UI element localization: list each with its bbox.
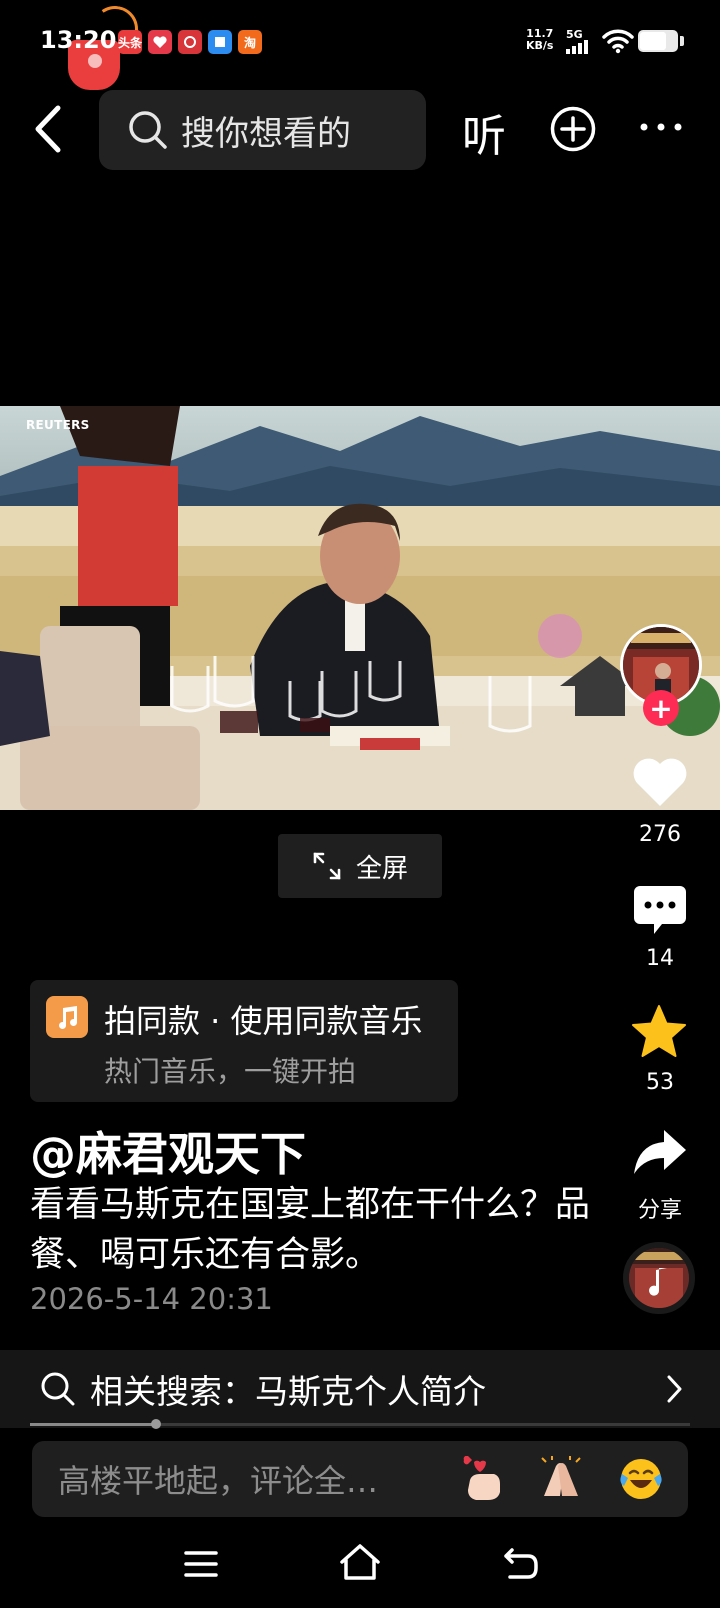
music-card-title: 拍同款 · 使用同款音乐 — [104, 1002, 423, 1040]
post-date: 2026-5-14 20:31 — [30, 1282, 273, 1316]
search-icon — [41, 1372, 75, 1406]
heart-hand-emoji-icon[interactable] — [460, 1456, 506, 1502]
share-label[interactable]: 分享 — [620, 1192, 700, 1224]
fullscreen-button[interactable]: 全屏 — [278, 834, 442, 898]
favorite-icon[interactable] — [630, 1004, 688, 1060]
music-card-subtitle: 热门音乐，一键开拍 — [104, 1055, 357, 1088]
chevron-right-icon — [667, 1375, 682, 1403]
video-watermark: REUTERS — [26, 418, 90, 432]
favorite-count: 53 — [646, 1070, 674, 1095]
share-icon[interactable] — [632, 1128, 688, 1178]
red-envelope-dot — [88, 54, 102, 68]
heart-app-icon — [148, 30, 172, 54]
wifi-icon — [602, 29, 634, 54]
battery-tip — [680, 36, 684, 46]
toutiao-icon: 头条 — [118, 30, 142, 54]
author-name[interactable]: @麻君观天下 — [30, 1118, 306, 1184]
video-player[interactable] — [0, 406, 720, 810]
post-caption: 看看马斯克在国宴上都在干什么？品餐、喝可乐还有合影。 — [30, 1185, 591, 1275]
search-bar[interactable]: 搜你想看的 — [99, 90, 426, 170]
net-speed-unit: KB/s — [526, 39, 554, 52]
nav-menu-icon[interactable] — [184, 1548, 218, 1580]
more-icon[interactable] — [638, 112, 684, 142]
battery-level — [640, 32, 666, 50]
add-icon[interactable] — [550, 106, 596, 152]
playback-progress-fill — [30, 1423, 155, 1426]
search-icon — [129, 111, 167, 149]
like-count: 276 — [639, 822, 681, 847]
expand-icon — [313, 852, 341, 880]
comment-input[interactable]: 高楼平地起，评论全… — [32, 1441, 688, 1517]
red-app-icon — [178, 30, 202, 54]
status-time: 13:20 — [40, 26, 117, 54]
follow-button[interactable]: + — [643, 690, 679, 726]
comment-icon[interactable] — [632, 884, 688, 936]
laugh-cry-emoji-icon[interactable] — [618, 1456, 664, 1502]
related-search-label: 相关搜索：马斯克个人简介 — [90, 1372, 486, 1411]
comment-placeholder: 高楼平地起，评论全… — [58, 1462, 379, 1500]
music-note-icon — [46, 996, 88, 1038]
nav-home-icon[interactable] — [338, 1542, 382, 1582]
like-icon[interactable] — [632, 756, 688, 808]
signal-icon — [566, 40, 588, 54]
music-disc-cover — [629, 1248, 689, 1308]
clap-emoji-icon[interactable] — [538, 1456, 584, 1502]
playback-progress-handle[interactable] — [151, 1419, 161, 1429]
music-disc[interactable] — [623, 1242, 695, 1314]
related-search[interactable]: 相关搜索：马斯克个人简介 — [0, 1350, 720, 1428]
listen-button[interactable]: 听 — [462, 100, 506, 164]
taobao-icon: 淘 — [238, 30, 262, 54]
fullscreen-label: 全屏 — [355, 853, 408, 884]
blue-app-icon — [208, 30, 232, 54]
video-frame — [0, 406, 720, 810]
net-speed: 11.7 KB/s — [526, 28, 553, 52]
back-button[interactable] — [30, 104, 70, 154]
search-placeholder: 搜你想看的 — [181, 113, 351, 154]
nav-back-icon[interactable] — [502, 1546, 538, 1580]
comment-count: 14 — [646, 946, 674, 971]
